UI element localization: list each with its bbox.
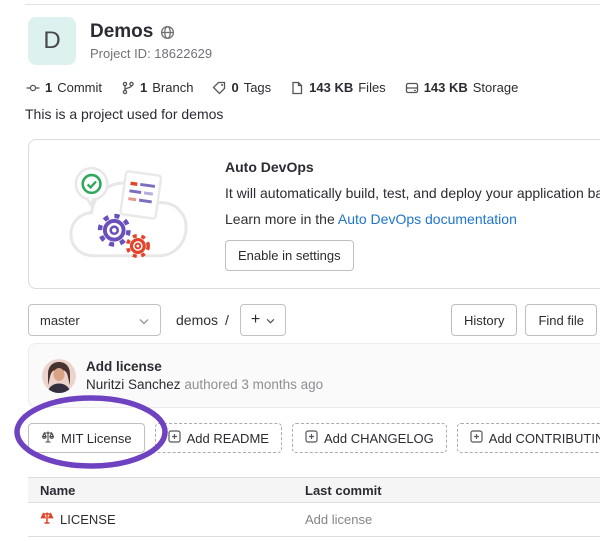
top-divider <box>25 4 600 5</box>
commit-time: authored 3 months ago <box>184 377 323 392</box>
project-id: Project ID: 18622629 <box>90 46 212 61</box>
table-header-row: Name Last commit <box>28 477 600 503</box>
button-label: Add README <box>187 431 269 446</box>
breadcrumb-project[interactable]: demos <box>176 312 218 328</box>
add-contributing-button[interactable]: Add CONTRIBUTING <box>457 423 600 453</box>
button-label: MIT License <box>61 431 132 446</box>
new-file-dropdown[interactable]: + <box>240 304 286 336</box>
plus-square-icon <box>168 430 181 446</box>
license-scale-icon <box>40 511 54 528</box>
stat-commits[interactable]: 1 Commit <box>26 80 102 95</box>
globe-icon <box>160 25 175 40</box>
stat-label: Branch <box>152 80 193 95</box>
page-title: Demos <box>90 21 153 43</box>
column-header-name: Name <box>28 483 75 498</box>
branch-name: master <box>40 313 80 328</box>
table-row[interactable]: LICENSE Add license <box>28 503 600 537</box>
project-avatar: D <box>28 17 76 65</box>
tag-icon <box>212 81 226 95</box>
breadcrumb-separator: / <box>225 312 229 328</box>
devops-learn-more-text: Learn more in the <box>225 211 335 227</box>
commit-icon <box>26 81 40 95</box>
file-last-commit-link[interactable]: Add license <box>305 512 372 527</box>
commit-author-link[interactable]: Nuritzi Sanchez <box>86 377 181 392</box>
plus-square-icon <box>305 430 318 446</box>
stat-value: 0 <box>231 80 238 95</box>
project-stats: 1 Commit 1 Branch 0 Tags 143 KB Files <box>26 80 518 95</box>
history-button[interactable]: History <box>451 304 517 336</box>
devops-description: It will automatically build, test, and d… <box>225 185 600 201</box>
column-header-last-commit: Last commit <box>305 483 382 498</box>
breadcrumb: demos / <box>176 312 229 328</box>
project-header: D Demos Project ID: 18622629 <box>28 17 212 65</box>
file-browser-bar: master demos / + History Find file <box>28 304 597 336</box>
add-changelog-button[interactable]: Add CHANGELOG <box>292 423 447 453</box>
stat-label: Storage <box>473 80 519 95</box>
devops-title: Auto DevOps <box>225 159 600 175</box>
scale-icon <box>41 430 55 447</box>
plus-icon: + <box>251 311 260 329</box>
author-avatar[interactable] <box>42 359 76 393</box>
chevron-down-icon <box>139 313 149 328</box>
stat-label: Commit <box>57 80 102 95</box>
file-name-link[interactable]: LICENSE <box>60 512 116 527</box>
stat-branches[interactable]: 1 Branch <box>121 80 193 95</box>
add-readme-button[interactable]: Add README <box>155 423 282 453</box>
devops-doc-link[interactable]: Auto DevOps documentation <box>338 211 517 227</box>
chevron-down-icon <box>266 311 275 329</box>
stat-value: 1 <box>140 80 147 95</box>
button-label: Add CHANGELOG <box>324 431 434 446</box>
project-description: This is a project used for demos <box>25 106 223 122</box>
stat-value: 143 KB <box>424 80 468 95</box>
mit-license-button[interactable]: MIT License <box>28 423 145 453</box>
branch-selector[interactable]: master <box>28 304 161 336</box>
stat-files[interactable]: 143 KB Files <box>290 80 386 95</box>
file-tree-table: Name Last commit LICENSE Add license <box>28 477 600 537</box>
button-label: Add CONTRIBUTING <box>489 431 600 446</box>
commit-title-link[interactable]: Add license <box>86 359 323 374</box>
stat-label: Tags <box>244 80 271 95</box>
avatar-letter: D <box>43 27 60 55</box>
file-icon <box>290 81 304 95</box>
stat-value: 143 KB <box>309 80 353 95</box>
enable-in-settings-button[interactable]: Enable in settings <box>225 240 354 271</box>
stat-value: 1 <box>45 80 52 95</box>
auto-devops-banner: Auto DevOps It will automatically build,… <box>28 139 600 289</box>
plus-square-icon <box>470 430 483 446</box>
file-suggestion-buttons: MIT License Add README Add CHANGELOG Add… <box>28 423 600 453</box>
stat-label: Files <box>358 80 385 95</box>
last-commit-box: Add license Nuritzi Sanchez authored 3 m… <box>28 343 600 408</box>
storage-icon <box>405 81 419 95</box>
stat-storage[interactable]: 143 KB Storage <box>405 80 519 95</box>
devops-illustration-icon <box>65 157 193 272</box>
find-file-button[interactable]: Find file <box>525 304 597 336</box>
branch-icon <box>121 81 135 95</box>
stat-tags[interactable]: 0 Tags <box>212 80 271 95</box>
